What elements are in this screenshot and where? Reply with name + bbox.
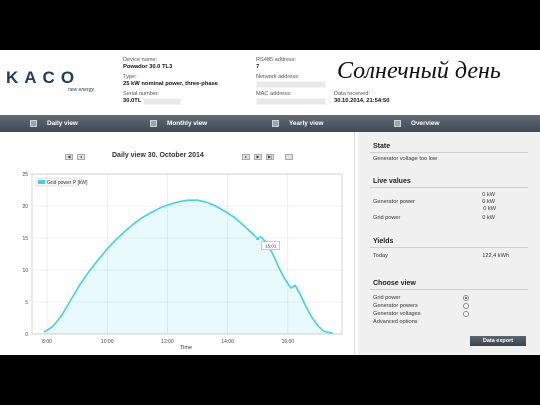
live-value-2: 0 kW bbox=[482, 199, 495, 205]
network-redacted-box bbox=[256, 81, 326, 88]
legend-swatch bbox=[38, 180, 45, 184]
yields-title: Yields bbox=[373, 238, 394, 245]
network-label: Network address: bbox=[256, 74, 300, 80]
x-tick-label: 10:00 bbox=[101, 339, 114, 345]
x-tick-label: 16:00 bbox=[282, 339, 295, 345]
divider bbox=[370, 152, 528, 153]
serial-redacted-box bbox=[143, 98, 181, 105]
type-value: 25 kW nominal power, three-phase bbox=[123, 81, 219, 87]
mac-redacted-box bbox=[256, 98, 326, 105]
main-navigation: Daily view Monthly view Yearly view Over… bbox=[0, 115, 540, 132]
serial-value: 30.0TL bbox=[123, 98, 142, 104]
daily-view-panel: ◀ ◂ Daily view 30. October 2014 ▸ ▶ ▶| 0… bbox=[0, 132, 355, 355]
daily-view-title: Daily view 30. October 2014 bbox=[112, 152, 204, 159]
x-tick-label: 14:00 bbox=[221, 339, 234, 345]
logo-text: KACO bbox=[6, 68, 81, 87]
prev-day-button[interactable]: ◀ bbox=[65, 154, 73, 160]
device-header: KACO new energy. Device name: Powador 30… bbox=[0, 50, 540, 115]
x-axis-label: Time bbox=[180, 345, 192, 351]
last-day-button[interactable]: ▶| bbox=[266, 154, 274, 160]
nav-overview-label: Overview bbox=[411, 120, 440, 127]
type-label: Type: bbox=[123, 74, 137, 80]
y-tick-label: 25 bbox=[22, 172, 28, 178]
generator-powers-radio[interactable] bbox=[463, 303, 469, 309]
y-tick-label: 10 bbox=[22, 268, 28, 274]
serial-label: Serial number: bbox=[123, 91, 160, 97]
tooltip-marker bbox=[255, 236, 261, 241]
nav-daily-label: Daily view bbox=[47, 120, 78, 127]
state-text: Generator voltage too low bbox=[373, 156, 438, 162]
divider bbox=[370, 247, 528, 248]
nav-overview[interactable]: Overview bbox=[394, 115, 439, 132]
nav-monthly-label: Monthly view bbox=[167, 120, 208, 127]
calendar-day-icon bbox=[30, 120, 37, 127]
divider bbox=[370, 289, 528, 290]
inverter-web-interface: KACO new energy. Device name: Powador 30… bbox=[0, 50, 540, 355]
y-tick-label: 0 bbox=[25, 332, 28, 338]
nav-daily-view[interactable]: Daily view bbox=[30, 115, 78, 132]
grid-power-radio[interactable] bbox=[463, 295, 469, 301]
live-values-title: Live values bbox=[373, 178, 411, 185]
nav-monthly-view[interactable]: Monthly view bbox=[150, 115, 207, 132]
forward-button[interactable]: ▸ bbox=[242, 154, 250, 160]
data-export-button[interactable]: Data export bbox=[470, 336, 526, 346]
logo-tagline: new energy. bbox=[68, 87, 95, 93]
option-grid-power[interactable]: Grid power bbox=[373, 295, 400, 301]
slide-caption: Солнечный день bbox=[337, 58, 501, 84]
received-value: 30.10.2014, 21:54:50 bbox=[334, 98, 390, 104]
generator-voltages-radio[interactable] bbox=[463, 311, 469, 317]
option-generator-powers[interactable]: Generator powers bbox=[373, 303, 418, 309]
x-tick-label: 8:00 bbox=[42, 339, 52, 345]
y-tick-label: 5 bbox=[25, 300, 28, 306]
divider bbox=[370, 187, 528, 188]
today-label: Today bbox=[373, 253, 388, 259]
grid-power-label: Grid power bbox=[373, 215, 401, 221]
today-yield-value: 122,4 kWh bbox=[482, 253, 509, 259]
rs485-label: RS485 address: bbox=[256, 57, 297, 63]
calendar-month-icon bbox=[150, 120, 157, 127]
device-name-value: Powador 30.0 TL3 bbox=[123, 64, 173, 70]
live-value-1: 0 kW bbox=[482, 192, 495, 198]
legend-label: Grid power P [kW] bbox=[47, 180, 88, 186]
y-tick-label: 20 bbox=[22, 204, 28, 210]
device-name-label: Device name: bbox=[123, 57, 158, 63]
live-value-4: 0 kW bbox=[482, 215, 495, 221]
export-label: Data export bbox=[482, 338, 514, 344]
grid-power-chart: 0 5 10 15 20 25 8:00 10:00 12:00 14:00 16:00 Grid … bbox=[22, 172, 343, 351]
nav-yearly-view[interactable]: Yearly view bbox=[272, 115, 323, 132]
presentation-frame: KACO new energy. Device name: Powador 30… bbox=[0, 0, 540, 405]
next-day-button[interactable]: ▶ bbox=[254, 154, 262, 160]
overview-icon bbox=[394, 120, 401, 127]
calendar-year-icon bbox=[272, 120, 279, 127]
kaco-logo: KACO new energy. bbox=[6, 68, 101, 98]
advanced-options-link[interactable]: Advanced options bbox=[373, 319, 417, 325]
gen-power-label: Generator power bbox=[373, 199, 415, 205]
x-tick-label: 12:00 bbox=[161, 339, 174, 345]
y-tick-label: 15 bbox=[22, 236, 28, 242]
back-button[interactable]: ◂ bbox=[77, 154, 85, 160]
series-area-fill bbox=[44, 200, 333, 334]
chart-series bbox=[43, 199, 334, 335]
choose-view-title: Choose view bbox=[373, 280, 416, 287]
option-generator-voltages[interactable]: Generator voltages bbox=[373, 311, 421, 317]
mac-label: MAC address: bbox=[256, 91, 292, 97]
status-sidebar: State Generator voltage too low Live val… bbox=[358, 132, 540, 355]
nav-yearly-label: Yearly view bbox=[289, 120, 324, 127]
state-title: State bbox=[373, 143, 391, 150]
tooltip-label: 15:01 bbox=[265, 244, 277, 249]
rs485-value: 7 bbox=[256, 64, 260, 70]
live-value-3: 0 kW bbox=[483, 206, 496, 212]
received-label: Data received: bbox=[334, 91, 371, 97]
calendar-picker-button[interactable] bbox=[285, 154, 293, 160]
chart-legend: Grid power P [kW] bbox=[35, 177, 88, 187]
